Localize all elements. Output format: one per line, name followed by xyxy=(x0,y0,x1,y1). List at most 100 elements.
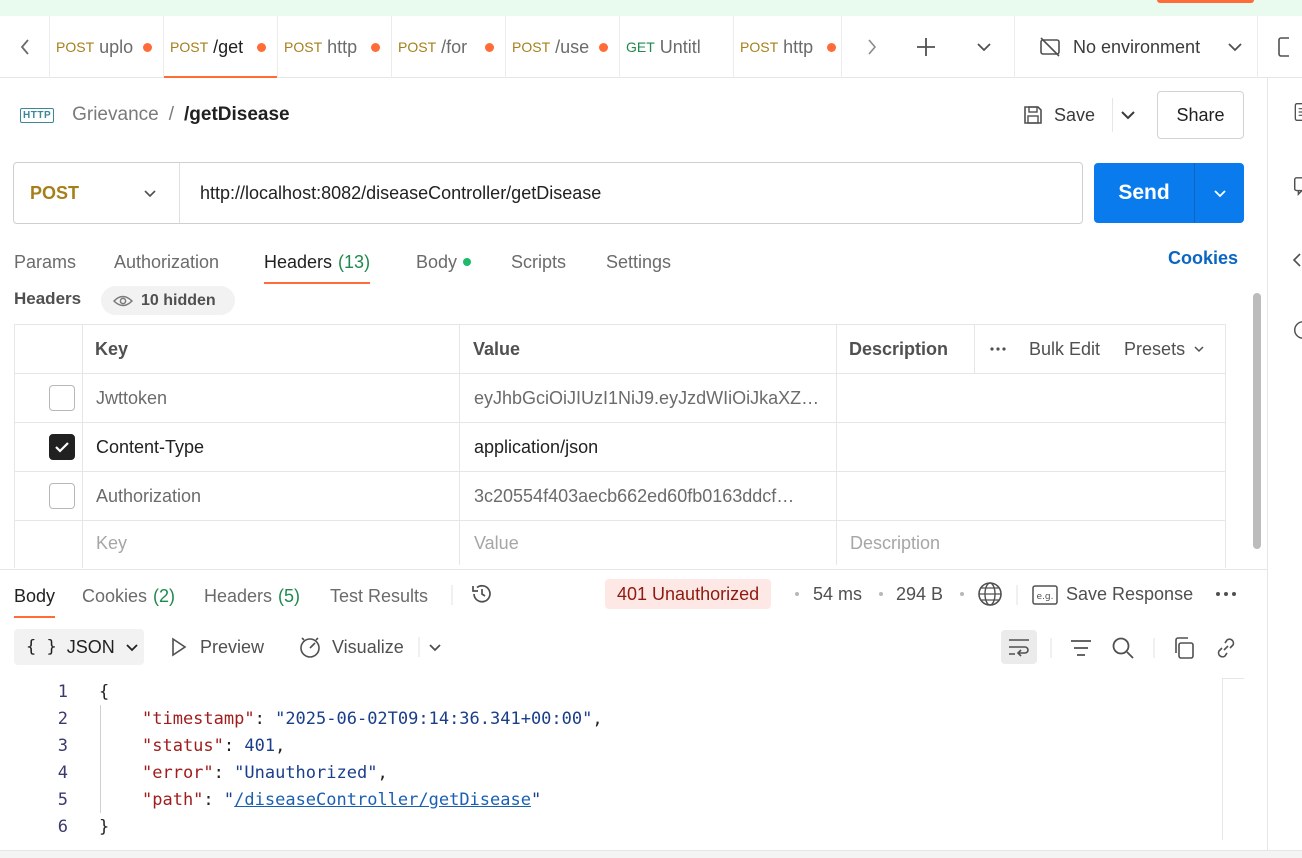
tab-headers[interactable]: Headers (13) xyxy=(264,240,371,284)
indent-guide xyxy=(100,705,101,813)
code-scroll-gutter[interactable] xyxy=(1222,678,1244,840)
tab-name: uplo xyxy=(99,36,134,57)
bulk-edit-button[interactable]: Bulk Edit xyxy=(1029,339,1100,360)
tab-2[interactable]: POST http xyxy=(278,16,392,78)
column-header-description: Description xyxy=(837,325,975,373)
new-description-input[interactable]: Description xyxy=(837,521,1225,565)
status-bar xyxy=(0,850,1302,858)
send-button[interactable]: Send xyxy=(1094,163,1244,223)
divider-line xyxy=(451,585,453,605)
breadcrumb-collection[interactable]: Grievance xyxy=(72,104,159,126)
cookies-link[interactable]: Cookies xyxy=(1168,248,1238,269)
tab-name: /for xyxy=(441,36,468,57)
method-value: POST xyxy=(30,182,80,203)
tab-response-cookies[interactable]: Cookies (2) xyxy=(82,574,175,618)
right-sidebar xyxy=(1267,78,1302,858)
tab-response-headers[interactable]: Headers (5) xyxy=(204,574,300,618)
breadcrumb-separator: / xyxy=(168,104,174,125)
divider-line xyxy=(1153,638,1155,658)
preview-button[interactable]: Preview xyxy=(170,629,264,665)
tab-6[interactable]: POST http xyxy=(734,16,842,78)
code-line: 6 } xyxy=(0,813,1222,840)
row-checkbox-checked[interactable] xyxy=(48,434,75,460)
copy-icon[interactable] xyxy=(1172,636,1196,660)
tab-body[interactable]: Body xyxy=(416,240,472,284)
row-value[interactable]: eyJhbGciOiJIUzI1NiJ9.eyJzdWIiOiJkaXZ… xyxy=(460,374,837,422)
tab-authorization[interactable]: Authorization xyxy=(114,240,219,284)
status-badge[interactable]: 401 Unauthorized xyxy=(605,579,772,609)
row-key[interactable]: Content-Type xyxy=(83,423,460,471)
more-options-icon[interactable] xyxy=(989,346,1007,352)
row-checkbox[interactable] xyxy=(48,483,75,509)
info-icon[interactable] xyxy=(1292,320,1302,340)
json-string: "Unauthorized" xyxy=(234,762,378,783)
send-options-dropdown[interactable] xyxy=(1195,189,1244,198)
history-icon[interactable] xyxy=(470,582,494,606)
format-selector[interactable]: { } JSON xyxy=(14,629,144,665)
json-link[interactable]: /diseaseController/getDisease xyxy=(234,790,531,810)
preview-label: Preview xyxy=(200,636,265,657)
environment-selector[interactable]: No environment xyxy=(1014,16,1258,78)
tab-1[interactable]: POST /get xyxy=(164,16,278,78)
row-key[interactable]: Authorization xyxy=(83,472,460,520)
visualize-button[interactable]: Visualize xyxy=(298,629,404,665)
documentation-icon[interactable] xyxy=(1292,102,1302,122)
tab-response-body[interactable]: Body xyxy=(14,574,56,618)
tab-scripts[interactable]: Scripts xyxy=(511,240,566,284)
search-icon[interactable] xyxy=(1111,636,1135,660)
tab-4[interactable]: POST /use xyxy=(506,16,620,78)
tab-3[interactable]: POST /for xyxy=(392,16,506,78)
row-description[interactable] xyxy=(837,374,1225,422)
filter-icon[interactable] xyxy=(1069,636,1093,660)
comments-icon[interactable] xyxy=(1292,176,1302,196)
tabs-scroll-left-button[interactable] xyxy=(0,16,50,78)
globe-icon[interactable] xyxy=(977,581,1003,607)
checkmark-icon xyxy=(54,442,69,453)
tab-5[interactable]: GET Untitl xyxy=(620,16,734,78)
hidden-headers-toggle[interactable]: 10 hidden xyxy=(101,286,235,315)
row-key[interactable]: Jwttoken xyxy=(83,374,460,422)
row-description[interactable] xyxy=(837,472,1225,520)
tabs-scroll-right-button[interactable] xyxy=(858,16,886,78)
response-size[interactable]: 294 B xyxy=(896,584,943,605)
tab-settings[interactable]: Settings xyxy=(606,240,671,284)
new-value-input[interactable]: Value xyxy=(460,521,837,565)
method-select[interactable]: POST xyxy=(14,163,180,223)
response-body-editor[interactable]: 1 { 2 "timestamp": "2025-06-02T09:14:36.… xyxy=(0,678,1222,838)
tab-method: POST xyxy=(512,39,551,55)
visualize-options-dropdown[interactable] xyxy=(428,629,448,665)
url-input[interactable]: http://localhost:8082/diseaseController/… xyxy=(180,183,601,204)
new-tab-button[interactable] xyxy=(910,16,942,78)
share-button[interactable]: Share xyxy=(1157,91,1244,139)
chevron-right-icon xyxy=(868,39,877,55)
new-key-input[interactable]: Key xyxy=(83,521,460,565)
tab-test-results[interactable]: Test Results xyxy=(330,574,428,618)
unsaved-dot-icon xyxy=(599,42,609,52)
json-string: "2025-06-02T09:14:36.341+00:00" xyxy=(275,708,593,729)
environment-quick-look-button[interactable] xyxy=(1262,16,1302,78)
tab-headers-label: Headers xyxy=(264,251,333,272)
wrap-lines-toggle[interactable] xyxy=(1001,630,1037,664)
save-options-dropdown[interactable] xyxy=(1112,98,1142,132)
row-description[interactable] xyxy=(837,423,1225,471)
scrollbar[interactable] xyxy=(1253,293,1261,549)
chevron-down-icon xyxy=(1194,346,1204,353)
response-divider[interactable] xyxy=(0,569,1267,570)
row-checkbox[interactable] xyxy=(48,385,75,411)
headers-section-label: Headers xyxy=(14,289,82,308)
response-time[interactable]: 54 ms xyxy=(813,584,862,605)
tab-list-dropdown[interactable] xyxy=(968,16,1000,78)
row-value[interactable]: 3c20554f403aecb662ed60fb0163ddcf… xyxy=(460,472,837,520)
unsaved-dot-icon xyxy=(143,42,153,52)
more-options-icon[interactable] xyxy=(1215,591,1237,597)
row-value[interactable]: application/json xyxy=(460,423,837,471)
tab-0[interactable]: POST uplo xyxy=(50,16,164,78)
save-response-button[interactable]: Save Response xyxy=(1066,584,1193,605)
link-icon[interactable] xyxy=(1214,636,1238,660)
send-label: Send xyxy=(1118,181,1170,204)
presets-dropdown[interactable]: Presets xyxy=(1124,339,1185,360)
page-title[interactable]: /getDisease xyxy=(184,104,290,126)
tab-params[interactable]: Params xyxy=(14,240,76,284)
code-icon[interactable] xyxy=(1292,250,1302,270)
save-button[interactable]: Save xyxy=(1022,98,1095,132)
